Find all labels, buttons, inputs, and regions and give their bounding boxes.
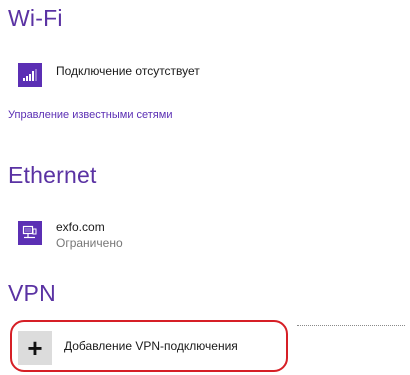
add-vpn-connection-button[interactable]: + Добавление VPN-подключения <box>18 331 238 365</box>
plus-icon: + <box>18 331 52 365</box>
ethernet-network-item[interactable]: exfo.com Ограничено <box>18 220 123 251</box>
ethernet-network-name: exfo.com <box>56 220 105 234</box>
ethernet-section-title: Ethernet <box>8 162 97 188</box>
wifi-status-text: Подключение отсутствует <box>56 64 200 78</box>
manage-known-networks-link[interactable]: Управление известными сетями <box>8 109 172 121</box>
divider <box>297 325 405 326</box>
wifi-network-item[interactable]: Подключение отсутствует <box>18 63 200 87</box>
ethernet-network-status: Ограничено <box>56 236 123 250</box>
vpn-section-title: VPN <box>8 280 56 306</box>
wifi-section-title: Wi-Fi <box>8 5 63 31</box>
add-vpn-connection-label: Добавление VPN-подключения <box>64 339 238 353</box>
wifi-signal-icon <box>18 63 42 87</box>
ethernet-icon <box>18 221 42 245</box>
